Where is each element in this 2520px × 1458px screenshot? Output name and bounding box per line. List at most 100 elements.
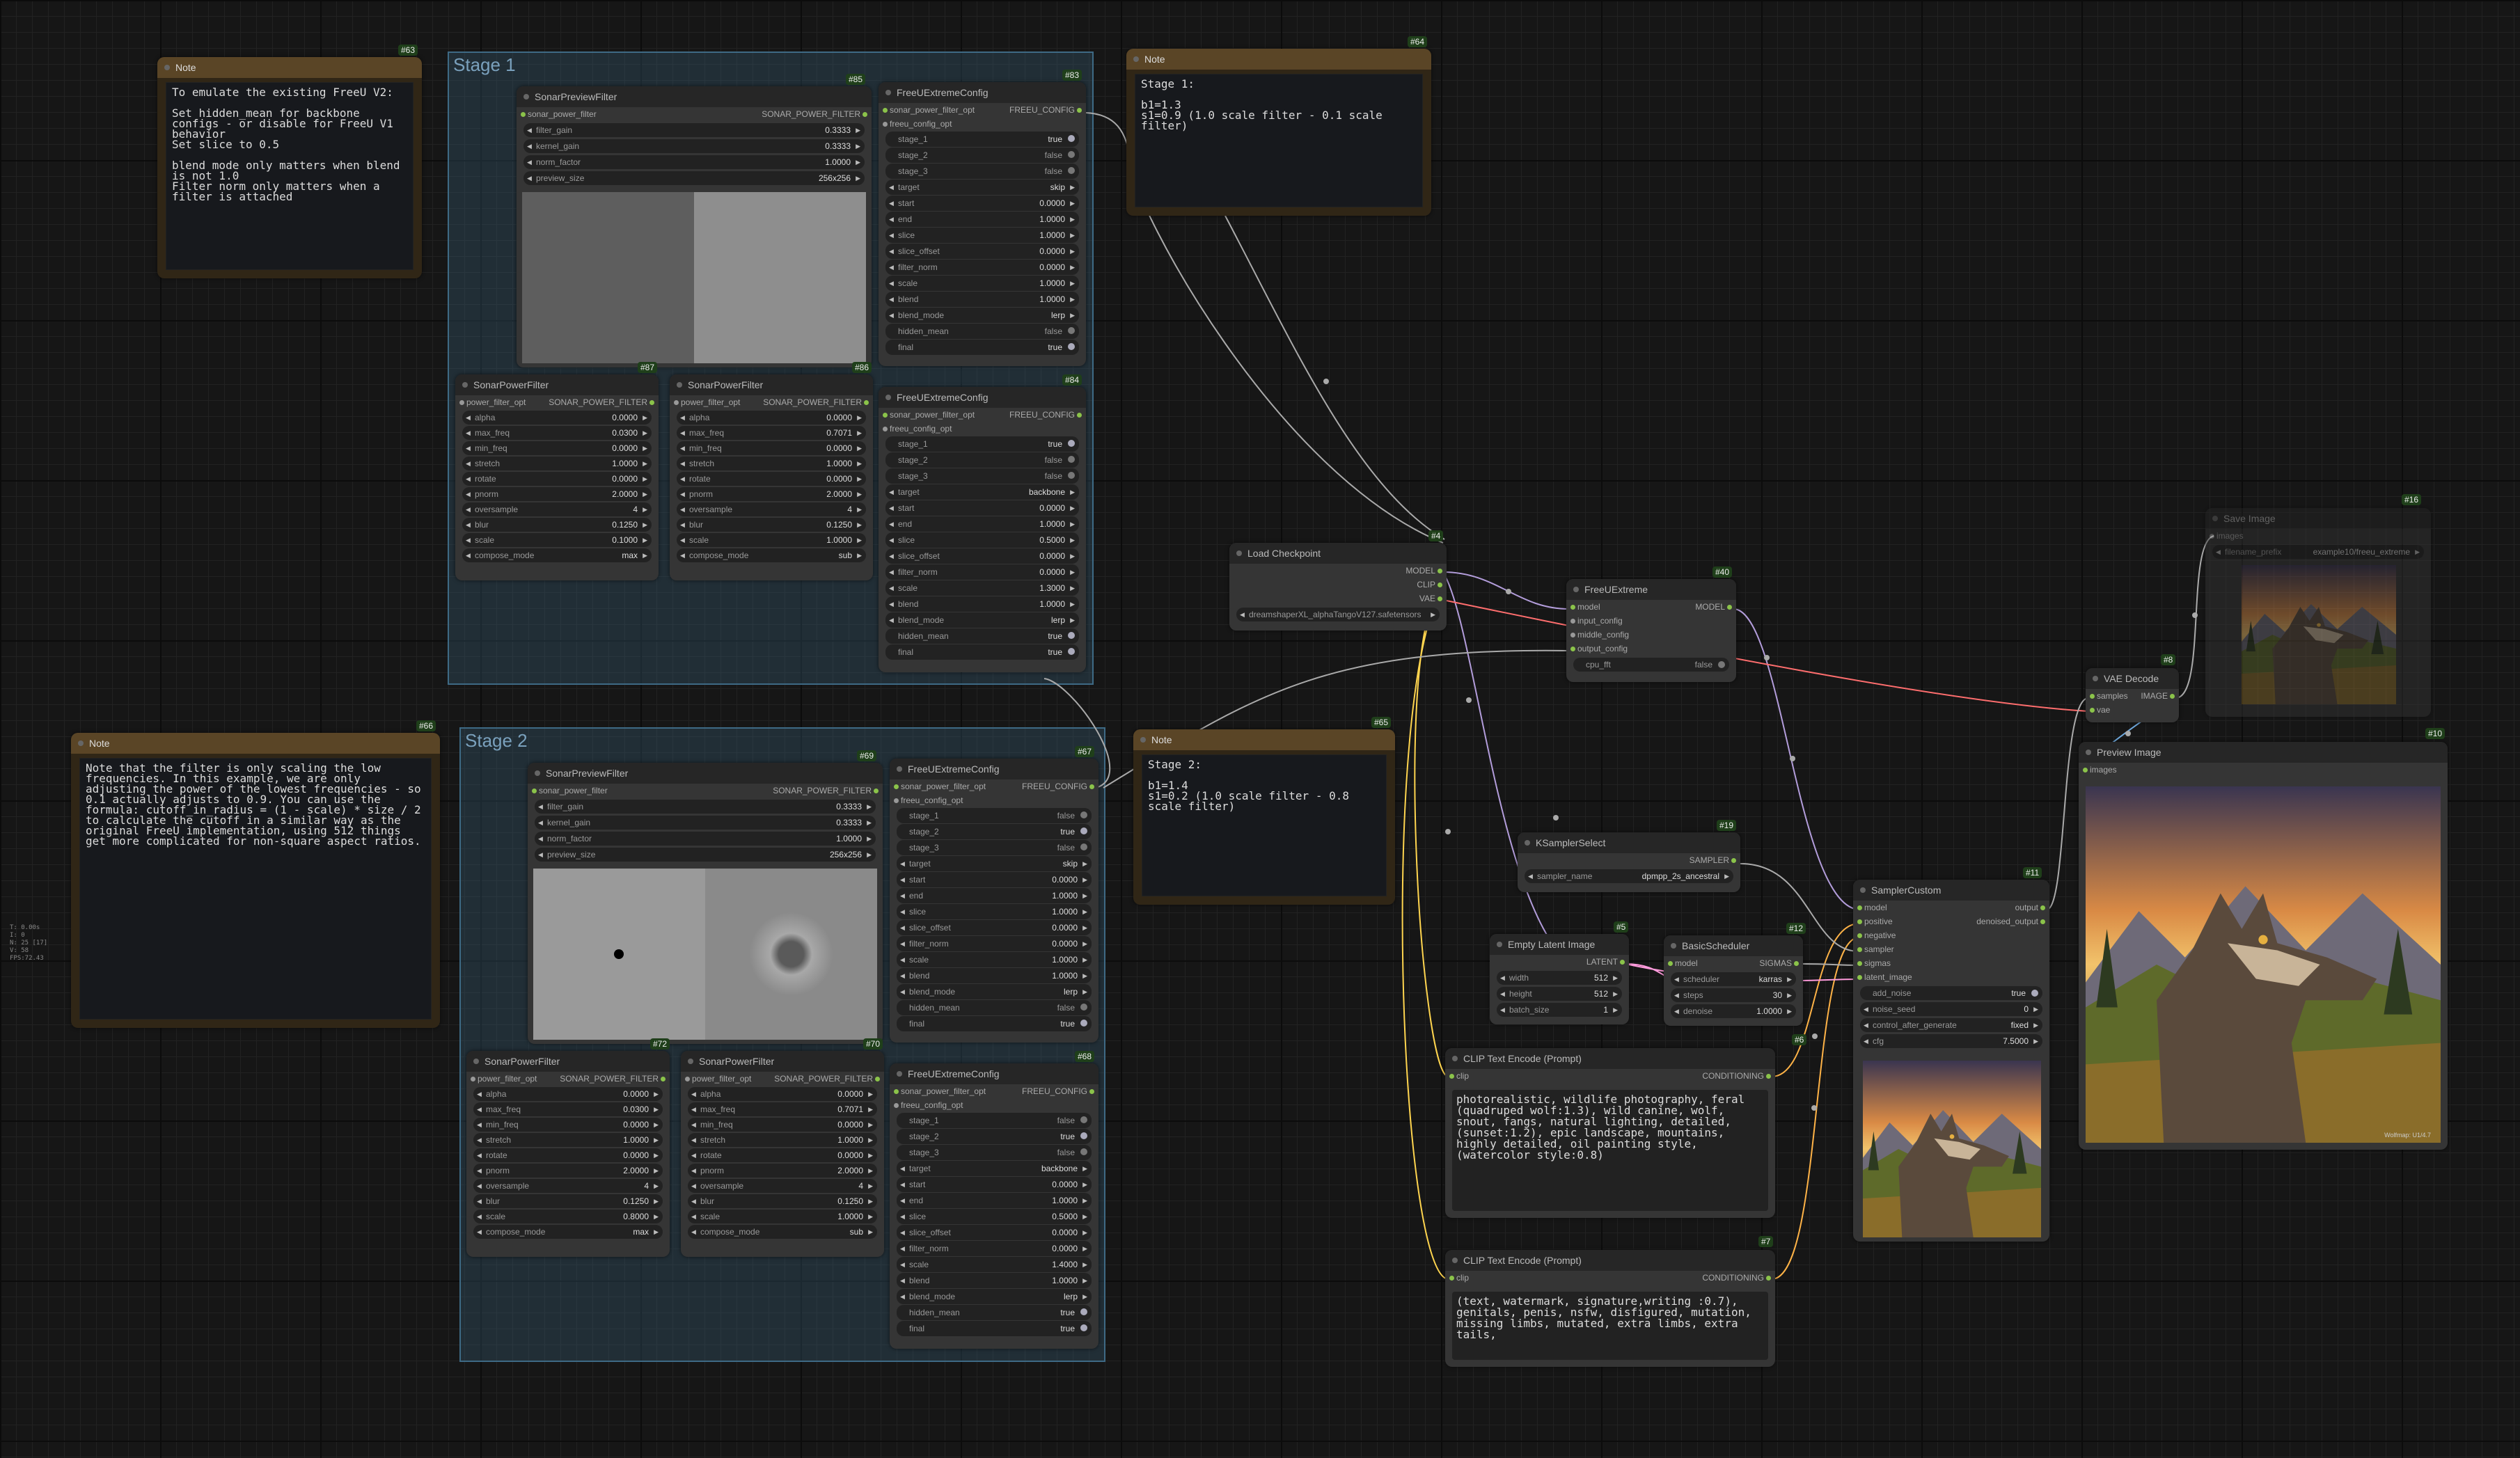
- widget-filter-gain[interactable]: filter_gain 0.3333: [535, 800, 876, 814]
- output-sampler[interactable]: SAMPLER: [1690, 853, 1737, 867]
- input-sonar-power-filter[interactable]: sonar_power_filter_opt: [882, 408, 975, 422]
- input-slot[interactable]: sonar_power_filter: [532, 784, 608, 798]
- widget-final[interactable]: final true: [897, 1016, 1092, 1031]
- input-freeu-config[interactable]: freeu_config_opt: [893, 1098, 963, 1112]
- node-basic-scheduler[interactable]: BasicScheduler model SIGMAS scheduler karr…: [1664, 935, 1803, 1026]
- widget-blend-mode[interactable]: blend_mode lerp: [885, 308, 1079, 323]
- node-save-image[interactable]: Save Image images filename_prefix example…: [2205, 508, 2431, 717]
- widget-stage-2[interactable]: stage_2 false: [885, 148, 1079, 163]
- widget-slice[interactable]: slice 0.5000: [897, 1209, 1092, 1224]
- widget-filename-prefix[interactable]: filename_prefix example10/freeu_extreme: [2212, 545, 2424, 559]
- input-clip[interactable]: clip: [1449, 1271, 1469, 1285]
- widget-final[interactable]: final true: [885, 340, 1079, 355]
- output-output[interactable]: output: [2015, 901, 2046, 914]
- note-64[interactable]: Note Stage 1: b1=1.3 s1=0.9 (1.0 scale f…: [1126, 49, 1431, 216]
- output-sigmas[interactable]: SIGMAS: [1759, 956, 1799, 970]
- widget-stage-3[interactable]: stage_3 false: [885, 164, 1079, 179]
- widget-start[interactable]: start 0.0000: [885, 500, 1079, 516]
- widget-noise-seed[interactable]: noise_seed 0: [1860, 1002, 2042, 1016]
- node-freeu-extreme-config[interactable]: FreeUExtremeConfig sonar_power_filter_op…: [879, 82, 1086, 366]
- widget-stage-1[interactable]: stage_1 false: [897, 1113, 1092, 1128]
- input-power-filter[interactable]: power_filter_opt: [459, 395, 526, 409]
- widget-alpha[interactable]: alpha 0.0000: [462, 411, 652, 425]
- widget-norm-factor[interactable]: norm_factor 1.0000: [535, 832, 876, 846]
- input-images[interactable]: images: [2083, 763, 2117, 777]
- node-sampler-custom[interactable]: SamplerCustom model output positive denois…: [1853, 880, 2049, 1242]
- widget-stage-3[interactable]: stage_3 false: [897, 1145, 1092, 1160]
- widget-slice-offset[interactable]: slice_offset 0.0000: [897, 920, 1092, 935]
- output-freeu-config[interactable]: FREEU_CONFIG: [1009, 103, 1082, 117]
- widget-rotate[interactable]: rotate 0.0000: [688, 1148, 877, 1162]
- widget-hidden-mean[interactable]: hidden_mean true: [897, 1305, 1092, 1320]
- widget-min-freq[interactable]: min_freq 0.0000: [688, 1118, 877, 1132]
- widget-preview-size[interactable]: preview_size 256x256: [535, 848, 876, 862]
- input-positive[interactable]: positive: [1857, 914, 1893, 928]
- widget-rotate[interactable]: rotate 0.0000: [462, 472, 652, 486]
- widget-scheduler[interactable]: scheduler karras: [1671, 972, 1796, 986]
- widget-pnorm[interactable]: pnorm 2.0000: [462, 487, 652, 501]
- widget-scale[interactable]: scale 1.3000: [885, 580, 1079, 596]
- widget-start[interactable]: start 0.0000: [897, 872, 1092, 887]
- output-freeu-config[interactable]: FREEU_CONFIG: [1022, 1084, 1095, 1098]
- widget-filter-gain[interactable]: filter_gain 0.3333: [523, 123, 865, 137]
- widget-target[interactable]: target skip: [897, 856, 1092, 871]
- note-text[interactable]: Stage 2: b1=1.4 s1=0.2 (1.0 scale filter…: [1142, 754, 1387, 896]
- widget-stretch[interactable]: stretch 1.0000: [688, 1133, 877, 1147]
- widget-filter-norm[interactable]: filter_norm 0.0000: [885, 564, 1079, 580]
- input-clip[interactable]: clip: [1449, 1069, 1469, 1083]
- widget-kernel-gain[interactable]: kernel_gain 0.3333: [523, 139, 865, 153]
- widget-filter-norm[interactable]: filter_norm 0.0000: [885, 260, 1079, 275]
- widget-alpha[interactable]: alpha 0.0000: [473, 1087, 663, 1101]
- widget-start[interactable]: start 0.0000: [885, 196, 1079, 211]
- widget-final[interactable]: final true: [897, 1321, 1092, 1336]
- widget-filter-norm[interactable]: filter_norm 0.0000: [897, 936, 1092, 951]
- widget-stage-1[interactable]: stage_1 true: [885, 436, 1079, 452]
- note-text[interactable]: To emulate the existing FreeU V2: Set hi…: [166, 82, 414, 270]
- widget-height[interactable]: height 512: [1497, 987, 1622, 1001]
- input-input-config[interactable]: input_config: [1570, 614, 1623, 628]
- input-output-config[interactable]: output_config: [1570, 642, 1628, 656]
- widget-end[interactable]: end 1.0000: [897, 888, 1092, 903]
- note-65[interactable]: Note Stage 2: b1=1.4 s1=0.2 (1.0 scale f…: [1133, 729, 1395, 905]
- node-load-checkpoint[interactable]: Load Checkpoint MODEL CLIP VAE dreamshap…: [1229, 543, 1447, 631]
- widget-blend[interactable]: blend 1.0000: [885, 292, 1079, 307]
- widget-scale[interactable]: scale 1.0000: [688, 1210, 877, 1223]
- node-sonar-power-filter[interactable]: SonarPowerFilter power_filter_opt SONAR_P…: [466, 1051, 670, 1257]
- widget-oversample[interactable]: oversample 4: [677, 502, 866, 516]
- input-freeu-config[interactable]: freeu_config_opt: [882, 117, 952, 131]
- widget-end[interactable]: end 1.0000: [885, 212, 1079, 227]
- toggle-add-noise[interactable]: add_noise true: [1860, 986, 2042, 1000]
- input-freeu-config[interactable]: freeu_config_opt: [882, 422, 952, 436]
- widget-ckpt-name[interactable]: dreamshaperXL_alphaTangoV127.safetensors: [1236, 608, 1440, 621]
- widget-stage-3[interactable]: stage_3 false: [897, 840, 1092, 855]
- output-sonar-power-filter[interactable]: SONAR_POWER_FILTER: [774, 1072, 880, 1086]
- output-sonar-power-filter[interactable]: SONAR_POWER_FILTER: [560, 1072, 666, 1086]
- widget-blur[interactable]: blur 0.1250: [677, 518, 866, 532]
- widget-compose-mode[interactable]: compose_mode sub: [677, 548, 866, 562]
- widget-kernel-gain[interactable]: kernel_gain 0.3333: [535, 816, 876, 830]
- output-slot[interactable]: SONAR_POWER_FILTER: [773, 784, 879, 798]
- widget-alpha[interactable]: alpha 0.0000: [688, 1087, 877, 1101]
- node-clip-text-encode-positive[interactable]: CLIP Text Encode (Prompt) clip CONDITIONI…: [1445, 1048, 1775, 1218]
- widget-sampler-name[interactable]: sampler_name dpmpp_2s_ancestral: [1525, 869, 1733, 883]
- node-empty-latent-image[interactable]: Empty Latent Image LATENT width 512 heigh…: [1490, 934, 1629, 1024]
- widget-compose-mode[interactable]: compose_mode max: [462, 548, 652, 562]
- widget-max-freq[interactable]: max_freq 0.7071: [677, 426, 866, 440]
- input-power-filter[interactable]: power_filter_opt: [470, 1072, 537, 1086]
- widget-rotate[interactable]: rotate 0.0000: [677, 472, 866, 486]
- widget-scale[interactable]: scale 1.4000: [897, 1257, 1092, 1272]
- widget-slice-offset[interactable]: slice_offset 0.0000: [897, 1225, 1092, 1240]
- input-samples[interactable]: samples: [2090, 689, 2128, 703]
- widget-min-freq[interactable]: min_freq 0.0000: [677, 441, 866, 455]
- widget-blend[interactable]: blend 1.0000: [885, 596, 1079, 612]
- widget-scale[interactable]: scale 0.8000: [473, 1210, 663, 1223]
- widget-scale[interactable]: scale 1.0000: [677, 533, 866, 547]
- widget-blend-mode[interactable]: blend_mode lerp: [885, 612, 1079, 628]
- widget-hidden-mean[interactable]: hidden_mean true: [885, 628, 1079, 644]
- node-sonar-power-filter[interactable]: SonarPowerFilter power_filter_opt SONAR_P…: [670, 374, 873, 580]
- output-freeu-config[interactable]: FREEU_CONFIG: [1009, 408, 1082, 422]
- node-freeu-extreme-config[interactable]: FreeUExtremeConfig sonar_power_filter_op…: [890, 759, 1098, 1043]
- widget-stage-2[interactable]: stage_2 true: [897, 1129, 1092, 1144]
- widget-rotate[interactable]: rotate 0.0000: [473, 1148, 663, 1162]
- widget-preview-size[interactable]: preview_size 256x256: [523, 171, 865, 185]
